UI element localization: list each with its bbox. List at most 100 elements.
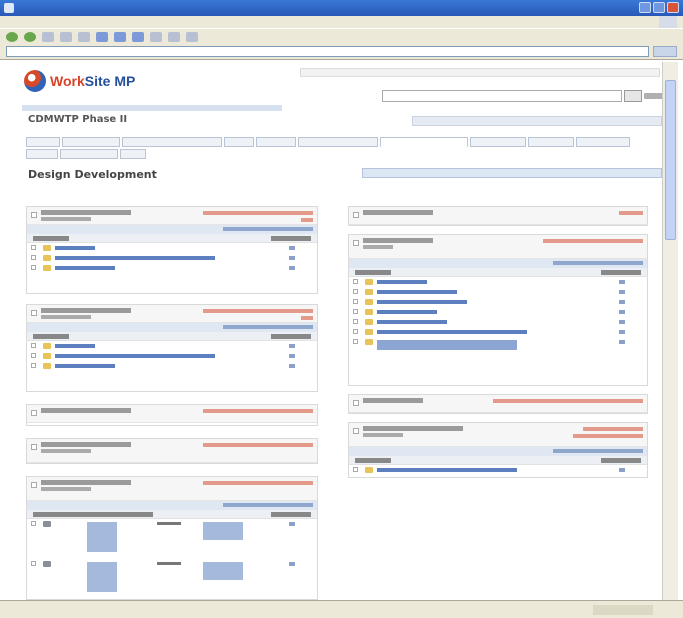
panel-links[interactable] (203, 409, 313, 413)
toolbar-links[interactable] (553, 261, 643, 265)
row-checkbox[interactable] (353, 299, 358, 304)
search-button[interactable] (624, 90, 642, 102)
collapse-toggle[interactable] (353, 212, 359, 218)
tab[interactable] (26, 149, 58, 159)
breadcrumb[interactable] (22, 105, 282, 111)
arrow-icon[interactable] (619, 330, 625, 334)
arrow-icon[interactable] (289, 522, 295, 526)
row-checkbox[interactable] (353, 309, 358, 314)
arrow-icon[interactable] (289, 354, 295, 358)
close-button[interactable] (667, 2, 679, 13)
toolbar-links[interactable] (223, 503, 313, 507)
item-author-link[interactable] (203, 562, 243, 580)
tab[interactable] (576, 137, 630, 147)
row-checkbox[interactable] (31, 353, 36, 358)
row-checkbox[interactable] (353, 289, 358, 294)
tab[interactable] (26, 137, 60, 147)
minimize-button[interactable] (639, 2, 651, 13)
print-icon[interactable] (186, 31, 198, 42)
type-column-header[interactable] (271, 334, 311, 339)
search-icon[interactable] (96, 31, 108, 42)
row-checkbox[interactable] (31, 245, 36, 250)
toolbar-links[interactable] (223, 227, 313, 231)
name-column-header[interactable] (355, 458, 391, 463)
row-checkbox[interactable] (353, 339, 358, 344)
folder-link[interactable] (55, 256, 215, 260)
arrow-icon[interactable] (289, 364, 295, 368)
type-column-header[interactable] (271, 236, 311, 241)
arrow-icon[interactable] (619, 310, 625, 314)
tab[interactable] (470, 137, 526, 147)
type-column-header[interactable] (601, 458, 641, 463)
arrow-icon[interactable] (289, 266, 295, 270)
name-column-header[interactable] (355, 270, 391, 275)
search-input[interactable] (382, 90, 622, 102)
refresh-icon[interactable] (60, 31, 72, 42)
arrow-icon[interactable] (619, 340, 625, 344)
top-links[interactable] (300, 68, 660, 77)
tab[interactable] (224, 137, 254, 147)
row-checkbox[interactable] (31, 363, 36, 368)
tab[interactable] (60, 149, 118, 159)
home-icon[interactable] (78, 31, 90, 42)
folder-link[interactable] (377, 280, 427, 284)
row-checkbox[interactable] (353, 319, 358, 324)
arrow-icon[interactable] (619, 320, 625, 324)
folder-link[interactable] (377, 290, 457, 294)
vertical-scrollbar[interactable] (662, 62, 678, 600)
collapse-toggle[interactable] (31, 410, 37, 416)
address-input[interactable] (6, 46, 649, 57)
panel-links[interactable] (203, 309, 313, 313)
folder-link[interactable] (377, 310, 437, 314)
collapse-toggle[interactable] (31, 212, 37, 218)
go-button[interactable] (653, 46, 677, 57)
row-checkbox[interactable] (31, 343, 36, 348)
collapse-toggle[interactable] (31, 482, 37, 488)
stop-icon[interactable] (42, 31, 54, 42)
history-icon[interactable] (150, 31, 162, 42)
row-checkbox[interactable] (31, 265, 36, 270)
tab[interactable] (122, 137, 222, 147)
panel-links[interactable] (543, 239, 643, 243)
type-column-header[interactable] (601, 270, 641, 275)
row-checkbox[interactable] (353, 467, 358, 472)
name-column-header[interactable] (33, 334, 69, 339)
toolbar-links[interactable] (553, 449, 643, 453)
arrow-icon[interactable] (289, 344, 295, 348)
folder-link[interactable] (55, 266, 115, 270)
panel-links[interactable] (583, 427, 643, 431)
folder-link[interactable] (377, 300, 467, 304)
mail-icon[interactable] (168, 31, 180, 42)
folder-link[interactable] (55, 364, 115, 368)
section-actions[interactable] (362, 168, 662, 178)
scrollbar-thumb[interactable] (665, 80, 676, 240)
item-link[interactable] (87, 562, 117, 592)
collapse-toggle[interactable] (31, 444, 37, 450)
row-checkbox[interactable] (31, 521, 36, 526)
favorites-icon[interactable] (114, 31, 126, 42)
toolbar-links[interactable] (223, 325, 313, 329)
folder-link[interactable] (55, 354, 215, 358)
panel-links[interactable] (203, 211, 313, 215)
panel-links[interactable] (203, 443, 313, 447)
folder-link[interactable] (55, 344, 95, 348)
panel-edit-link[interactable] (573, 434, 643, 438)
collapse-toggle[interactable] (353, 428, 359, 434)
arrow-icon[interactable] (619, 280, 625, 284)
item-link[interactable] (87, 522, 117, 552)
item-author-link[interactable] (203, 522, 243, 540)
row-checkbox[interactable] (353, 329, 358, 334)
tab[interactable] (62, 137, 120, 147)
collapse-toggle[interactable] (353, 400, 359, 406)
arrow-icon[interactable] (619, 300, 625, 304)
folder-link[interactable] (377, 330, 527, 334)
name-column-header[interactable] (33, 236, 69, 241)
panel-edit-link[interactable] (301, 218, 313, 222)
tab-design-development[interactable] (380, 137, 468, 147)
back-icon[interactable] (6, 31, 18, 42)
collapse-toggle[interactable] (353, 240, 359, 246)
panel-links[interactable] (619, 211, 643, 215)
arrow-icon[interactable] (289, 562, 295, 566)
tab[interactable] (528, 137, 574, 147)
media-icon[interactable] (132, 31, 144, 42)
